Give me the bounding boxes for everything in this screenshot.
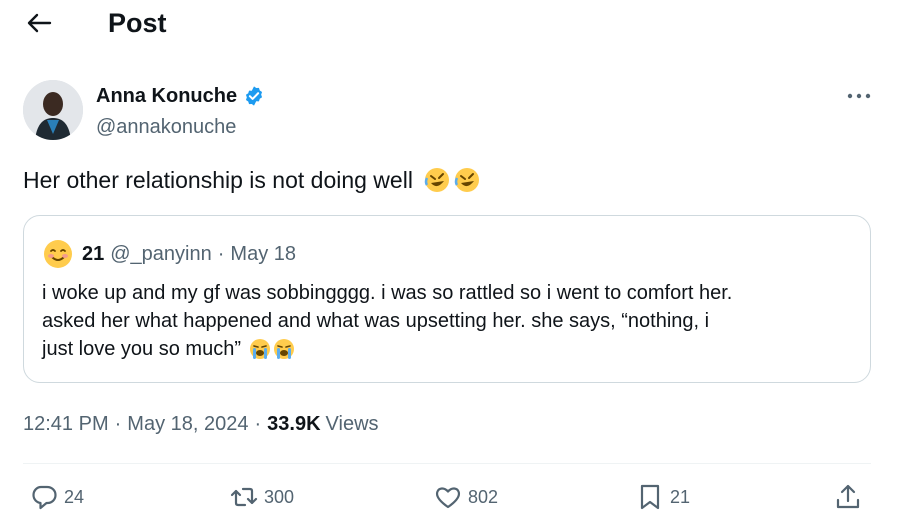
share-button[interactable] <box>834 483 868 511</box>
meta-separator: · <box>254 413 262 435</box>
views-label: Views <box>325 413 379 435</box>
quoted-line-text: just love you so much” <box>42 338 241 360</box>
author-name[interactable]: Anna Konuche <box>96 83 237 109</box>
more-options-button[interactable] <box>846 86 872 106</box>
loudly-crying-face-emoji <box>249 339 270 359</box>
loudly-crying-face-emoji <box>273 339 294 359</box>
quoted-line: asked her what happened and what was ups… <box>42 310 710 332</box>
heart-icon <box>436 487 460 509</box>
post-text-content: Her other relationship is not doing well <box>23 167 413 193</box>
back-button[interactable] <box>22 8 56 38</box>
like-count: 802 <box>468 486 499 507</box>
meta-separator: · <box>114 413 122 435</box>
reply-icon <box>32 485 57 510</box>
quoted-separator: · <box>217 243 225 265</box>
post-meta: 12:41 PM · May 18, 2024 · 33.9K Views <box>23 410 379 438</box>
arrow-left-icon <box>27 13 52 33</box>
views-count: 33.9K <box>267 413 321 435</box>
smiling-face-emoji-avatar[interactable] <box>42 238 74 270</box>
reply-button[interactable]: 24 <box>30 483 84 511</box>
more-horizontal-icon <box>847 93 871 99</box>
page-title: Post <box>108 8 167 38</box>
rolling-on-floor-laughing-emoji <box>424 168 449 192</box>
post-date[interactable]: May 18, 2024 <box>127 410 248 438</box>
quoted-line: i woke up and my gf was sobbingggg. i wa… <box>42 282 733 304</box>
quoted-text: i woke up and my gf was sobbingggg. i wa… <box>42 279 860 363</box>
bookmark-count: 21 <box>670 486 691 507</box>
quoted-line-last: just love you so much” <box>42 335 860 363</box>
quoted-header: 21 @_panyinn · May 18 <box>42 238 296 270</box>
quoted-date: May 18 <box>230 243 296 265</box>
quoted-post[interactable]: 21 @_panyinn · May 18 i woke up and my g… <box>23 215 871 383</box>
reply-count: 24 <box>64 486 85 507</box>
post-time[interactable]: 12:41 PM <box>23 410 109 438</box>
like-button[interactable]: 802 <box>434 483 498 511</box>
post-text: Her other relationship is not doing well <box>23 165 481 195</box>
verified-badge-icon <box>246 86 263 106</box>
avatar[interactable] <box>23 80 83 140</box>
repost-count: 300 <box>264 486 295 507</box>
rolling-on-floor-laughing-emoji <box>454 168 479 192</box>
repost-icon <box>230 487 258 507</box>
share-icon <box>836 484 860 509</box>
quoted-author-handle: @_panyinn <box>110 243 212 265</box>
quoted-author-name: 21 <box>82 243 105 265</box>
author-handle[interactable]: @annakonuche <box>96 114 236 140</box>
bookmark-button[interactable]: 21 <box>636 483 690 511</box>
avatar-image <box>23 80 83 140</box>
repost-button[interactable]: 300 <box>230 483 294 511</box>
bookmark-icon <box>640 484 660 510</box>
author-name-row: Anna Konuche <box>96 83 265 109</box>
divider <box>23 463 871 464</box>
